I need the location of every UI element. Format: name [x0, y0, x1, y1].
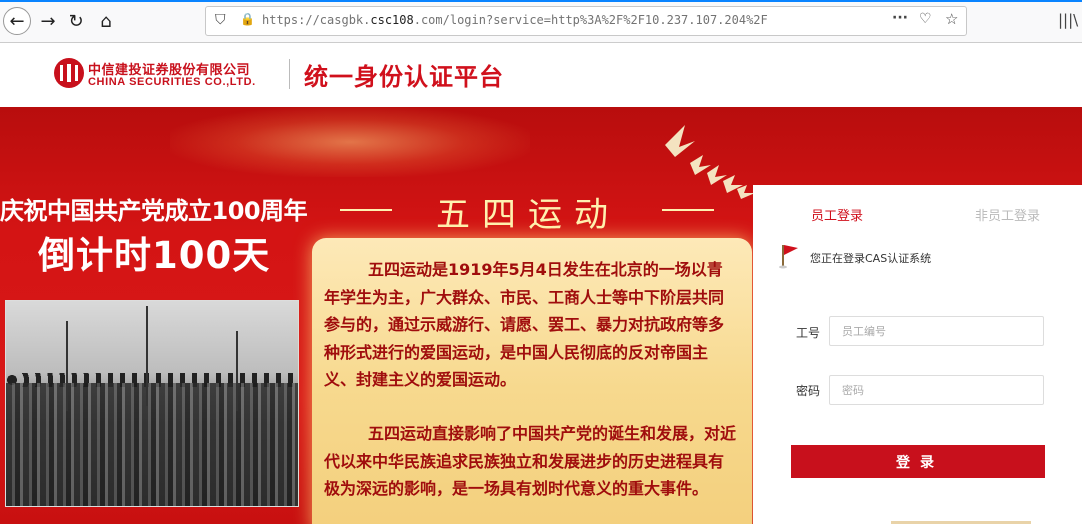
tab-nonstaff-login[interactable]: 非员工登录: [975, 205, 1040, 224]
url-text[interactable]: https://casgbk.csc108.com/login?service=…: [262, 13, 768, 27]
historical-photo: [5, 300, 299, 507]
platform-title: 统一身份认证平台: [304, 63, 504, 91]
header-divider: [289, 59, 290, 89]
url-scheme: https://casgbk.: [262, 13, 371, 27]
tab-staff-login[interactable]: 员工登录: [811, 205, 863, 224]
company-name-en: CHINA SECURITIES CO.,LTD.: [88, 76, 256, 88]
may4-title-text: 五四运动: [436, 195, 620, 235]
photo-pole: [236, 331, 238, 411]
may4-paragraph-1-text: 五四运动是1919年5月4日发生在北京的一场以青年学生为主，广大群众、市民、工商…: [324, 260, 725, 389]
employee-id-label: 工号: [796, 326, 821, 340]
star-icon[interactable]: ☆: [945, 10, 958, 28]
celebrate-heading: 庆祝中国共产党成立100周年: [0, 197, 308, 225]
home-icon[interactable]: ⌂: [93, 8, 119, 34]
browser-toolbar: ← → ↻ ⌂ ⛉ 🔒 https://casgbk.csc108.com/lo…: [0, 0, 1082, 43]
may4-paragraph-2-text: 五四运动直接影响了中国共产党的诞生和发展，对近代以来中华民族追求民族独立和发展进…: [324, 424, 737, 498]
title-dash-right: [662, 209, 714, 211]
url-host: csc108: [370, 13, 414, 27]
reload-icon[interactable]: ↻: [63, 8, 89, 34]
login-button[interactable]: 登录: [791, 445, 1045, 478]
more-icon[interactable]: ···: [892, 10, 908, 26]
photo-pole: [66, 321, 68, 411]
pocket-icon[interactable]: ♡: [919, 11, 932, 27]
may4-title: 五四运动: [340, 187, 720, 235]
password-input[interactable]: [829, 375, 1044, 405]
flag-icon: [779, 245, 798, 269]
countdown-heading: 倒计时100天: [38, 234, 271, 277]
title-dash-left: [340, 209, 392, 211]
url-path: .com/login?service=http%3A%2F%2F10.237.1…: [413, 13, 768, 27]
url-bar[interactable]: ⛉ 🔒 https://casgbk.csc108.com/login?serv…: [205, 6, 967, 36]
company-logo-icon: [54, 58, 84, 88]
back-icon[interactable]: ←: [3, 7, 31, 35]
cas-tip: 您正在登录CAS认证系统: [810, 252, 932, 265]
may4-text-scroll: 五四运动是1919年5月4日发生在北京的一场以青年学生为主，广大群众、市民、工商…: [312, 238, 752, 524]
library-icon[interactable]: |||\: [1058, 11, 1078, 29]
lock-icon[interactable]: 🔒: [240, 12, 255, 26]
login-panel: 员工登录 非员工登录 您正在登录CAS认证系统 工号 密码 登录: [753, 185, 1082, 524]
may4-paragraph-1: 五四运动是1919年5月4日发生在北京的一场以青年学生为主，广大群众、市民、工商…: [324, 256, 738, 394]
shield-icon[interactable]: ⛉: [215, 12, 226, 28]
employee-id-input[interactable]: [829, 316, 1044, 346]
photo-pole: [146, 306, 148, 406]
photo-crowd: [6, 383, 298, 506]
password-label: 密码: [796, 384, 821, 398]
forward-icon[interactable]: →: [35, 8, 61, 34]
may4-paragraph-2: 五四运动直接影响了中国共产党的诞生和发展，对近代以来中华民族追求民族独立和发展进…: [324, 420, 738, 503]
banner-glow: [170, 107, 530, 177]
tab-accent-line: [0, 0, 1082, 2]
site-header: 中信建投证券股份有限公司 CHINA SECURITIES CO.,LTD. 统…: [0, 43, 1082, 107]
